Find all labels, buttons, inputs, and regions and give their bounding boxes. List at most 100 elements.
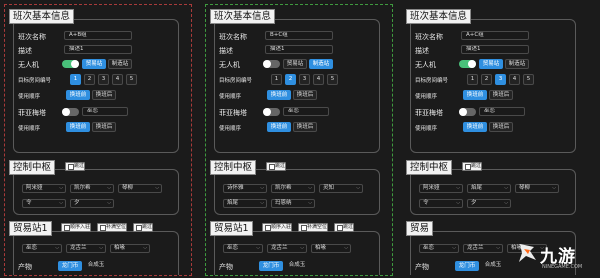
control-center-title: 控制中枢 [9,160,56,175]
drone-option-button[interactable]: 制造站 [309,59,333,69]
room-number-button[interactable]: 3 [299,74,310,85]
control-operator-select[interactable]: 凯尔希 ⌵ [70,184,114,193]
control-operator-select[interactable]: 诗怀雅 ⌵ [223,184,267,193]
room-number-button[interactable]: 5 [327,74,338,85]
room-number-button[interactable]: 2 [481,74,492,85]
control-operator-select[interactable]: 阿米娅 ⌵ [22,184,66,193]
trade-operator-select[interactable]: 柏喙 ⌵ [311,244,351,253]
drone-option-button[interactable]: 贸易站 [283,59,307,69]
room-number-button[interactable]: 3 [495,74,506,85]
trade-operator-select[interactable]: 柏喙 ⌵ [110,244,150,253]
use-order-option-2[interactable]: 换班前 [66,122,90,132]
use-order-option-2[interactable]: 换班后 [489,122,513,132]
room-number-button[interactable]: 1 [271,74,282,85]
fiammetta-toggle[interactable] [62,108,79,116]
control-skip-checkbox[interactable]: 跳过 [65,162,86,171]
shift-name-label: 班次名称 [415,33,443,41]
control-operator-select[interactable]: 阿米娅 ⌵ [419,184,463,193]
control-operator-select[interactable]: 夕 ⌵ [70,199,114,208]
drone-option-button[interactable]: 贸易站 [479,59,503,69]
operator-name: 焰尾 [227,200,239,206]
trade-option-checkbox[interactable]: 补满空位 [97,223,128,232]
drone-option-button[interactable]: 制造站 [505,59,529,69]
trade-option-checkbox[interactable]: 跳过 [334,223,355,232]
description-input[interactable]: 描述1 [461,45,529,54]
trade-operator-select[interactable]: 龙舌兰 ⌵ [66,244,106,253]
use-order-option[interactable]: 换班后 [92,90,116,100]
room-number-button[interactable]: 5 [126,74,137,85]
use-order-option[interactable]: 换班前 [463,90,487,100]
use-order-option-2[interactable]: 换班后 [92,122,116,132]
room-number-button[interactable]: 4 [313,74,324,85]
product-option-button[interactable]: 龙门币 [58,261,82,271]
trade-operator-select[interactable]: 巫恋 ⌵ [223,244,263,253]
fiammetta-toggle[interactable] [459,108,476,116]
operator-name: 龙舌兰 [271,245,288,251]
use-order-option-2[interactable]: 换班后 [293,122,317,132]
trade-option-label: 顺序入驻 [271,224,292,230]
drone-toggle[interactable] [62,60,79,68]
control-operator-select[interactable]: 灵知 ⌵ [319,184,363,193]
room-number-button[interactable]: 1 [70,74,81,85]
use-order-option[interactable]: 换班后 [489,90,513,100]
operator-name: 凯尔希 [74,185,91,191]
fiammetta-operator-select[interactable]: 巫恋 [283,107,329,116]
fiammetta-toggle[interactable] [263,108,280,116]
fiammetta-toggle-knob [62,108,70,116]
control-skip-checkbox[interactable]: 跳过 [462,162,483,171]
trade-option-checkbox[interactable]: 顺序入驻 [61,223,92,232]
control-operator-select[interactable]: 琴柳 ⌵ [118,184,162,193]
control-operator-select[interactable]: 令 ⌵ [419,199,463,208]
chevron-down-icon: ⌵ [59,185,63,191]
room-number-button[interactable]: 2 [285,74,296,85]
room-number-button[interactable]: 3 [98,74,109,85]
control-skip-label: 跳过 [74,163,85,169]
shift-info-title: 班次基本信息 [210,9,276,24]
control-skip-label: 跳过 [275,163,286,169]
use-order-option[interactable]: 换班前 [66,90,90,100]
use-order-option-2[interactable]: 换班前 [267,122,291,132]
trade-option-checkbox[interactable]: 顺序入驻 [262,223,293,232]
control-operator-select[interactable]: 凯尔希 ⌵ [271,184,315,193]
use-order-option[interactable]: 换班前 [267,90,291,100]
room-number-button[interactable]: 1 [467,74,478,85]
shift-name-input[interactable]: A+C组 [461,31,529,40]
description-input[interactable]: 描述1 [265,45,333,54]
control-operator-select[interactable]: 琴柳 ⌵ [515,184,559,193]
control-operator-select[interactable]: 玛恩纳 ⌵ [271,199,315,208]
room-number-button[interactable]: 4 [509,74,520,85]
control-operator-select[interactable]: 焰尾 ⌵ [223,199,267,208]
drone-toggle[interactable] [263,60,280,68]
room-number-button[interactable]: 4 [112,74,123,85]
use-order-option[interactable]: 换班后 [293,90,317,100]
shift-name-input[interactable]: A+B组 [64,31,132,40]
fiammetta-label: 菲亚梅塔 [219,109,247,117]
fiammetta-operator-select[interactable]: 巫恋 [82,107,128,116]
room-number-button[interactable]: 5 [523,74,534,85]
fiammetta-operator-select[interactable]: 巫恋 [479,107,525,116]
chevron-down-icon: ⌵ [308,185,312,191]
trade-operator-select[interactable]: 龙舌兰 ⌵ [267,244,307,253]
trade-option-checkbox[interactable]: 跳过 [133,223,154,232]
operator-name: 焰尾 [471,185,483,191]
control-operator-select[interactable]: 焰尾 ⌵ [467,184,511,193]
product-option-button[interactable]: 龙门币 [259,261,283,271]
control-operator-select[interactable]: 夕 ⌵ [467,199,511,208]
control-skip-checkbox[interactable]: 跳过 [266,162,287,171]
drone-option-button[interactable]: 贸易站 [82,59,106,69]
trade-operator-select[interactable]: 龙舌兰 ⌵ [463,244,503,253]
drone-toggle[interactable] [459,60,476,68]
product-option-button[interactable]: 合成玉 [285,261,309,271]
trade-option-checkbox[interactable]: 补满空位 [298,223,329,232]
shift-name-input[interactable]: B+C组 [265,31,333,40]
product-option-button[interactable]: 龙门币 [455,261,479,271]
control-operator-select[interactable]: 令 ⌵ [22,199,66,208]
room-number-button[interactable]: 2 [84,74,95,85]
trade-operator-select[interactable]: 巫恋 ⌵ [419,244,459,253]
description-input[interactable]: 描述1 [64,45,132,54]
drone-option-button[interactable]: 制造站 [108,59,132,69]
product-option-button[interactable]: 合成玉 [84,261,108,271]
product-option-button[interactable]: 合成玉 [481,261,505,271]
use-order-option-2[interactable]: 换班前 [463,122,487,132]
trade-operator-select[interactable]: 巫恋 ⌵ [22,244,62,253]
